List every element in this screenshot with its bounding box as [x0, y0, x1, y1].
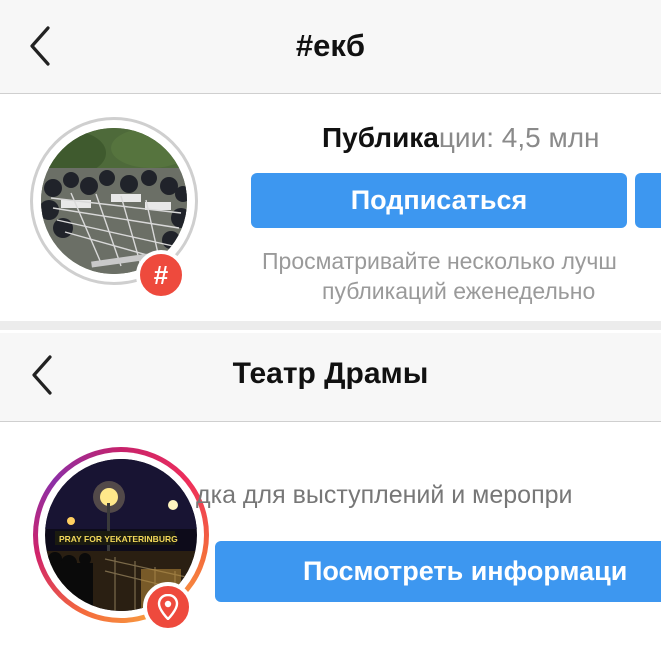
location-title: Театр Драмы	[232, 357, 429, 390]
location-pin-icon	[157, 594, 179, 620]
posts-count: Публикации: 4,5 млн	[322, 122, 600, 154]
photo-caption: PRAY FOR YEKATERINBURG	[59, 534, 178, 544]
section-divider	[0, 321, 661, 330]
location-badge	[143, 582, 193, 632]
follow-button[interactable]: Подписаться	[251, 173, 627, 228]
hashtag-icon: #	[153, 259, 169, 290]
posts-label-rest: ции: 4,5 млн	[438, 122, 600, 153]
page-title: #екб	[295, 28, 366, 63]
hashtag-header: #екб	[0, 0, 661, 94]
location-header: Театр Драмы	[0, 333, 661, 422]
location-category: дка для выступлений и меропри	[196, 481, 573, 509]
posts-label-bold: Публика	[322, 122, 439, 153]
more-button[interactable]	[635, 173, 661, 228]
description-line-1: Просматривайте несколько лучш	[262, 248, 617, 274]
description-line-2: публикаций еженедельно	[322, 278, 596, 304]
hashtag-badge: #	[136, 250, 186, 300]
view-info-button[interactable]: Посмотреть информаци	[215, 541, 661, 602]
